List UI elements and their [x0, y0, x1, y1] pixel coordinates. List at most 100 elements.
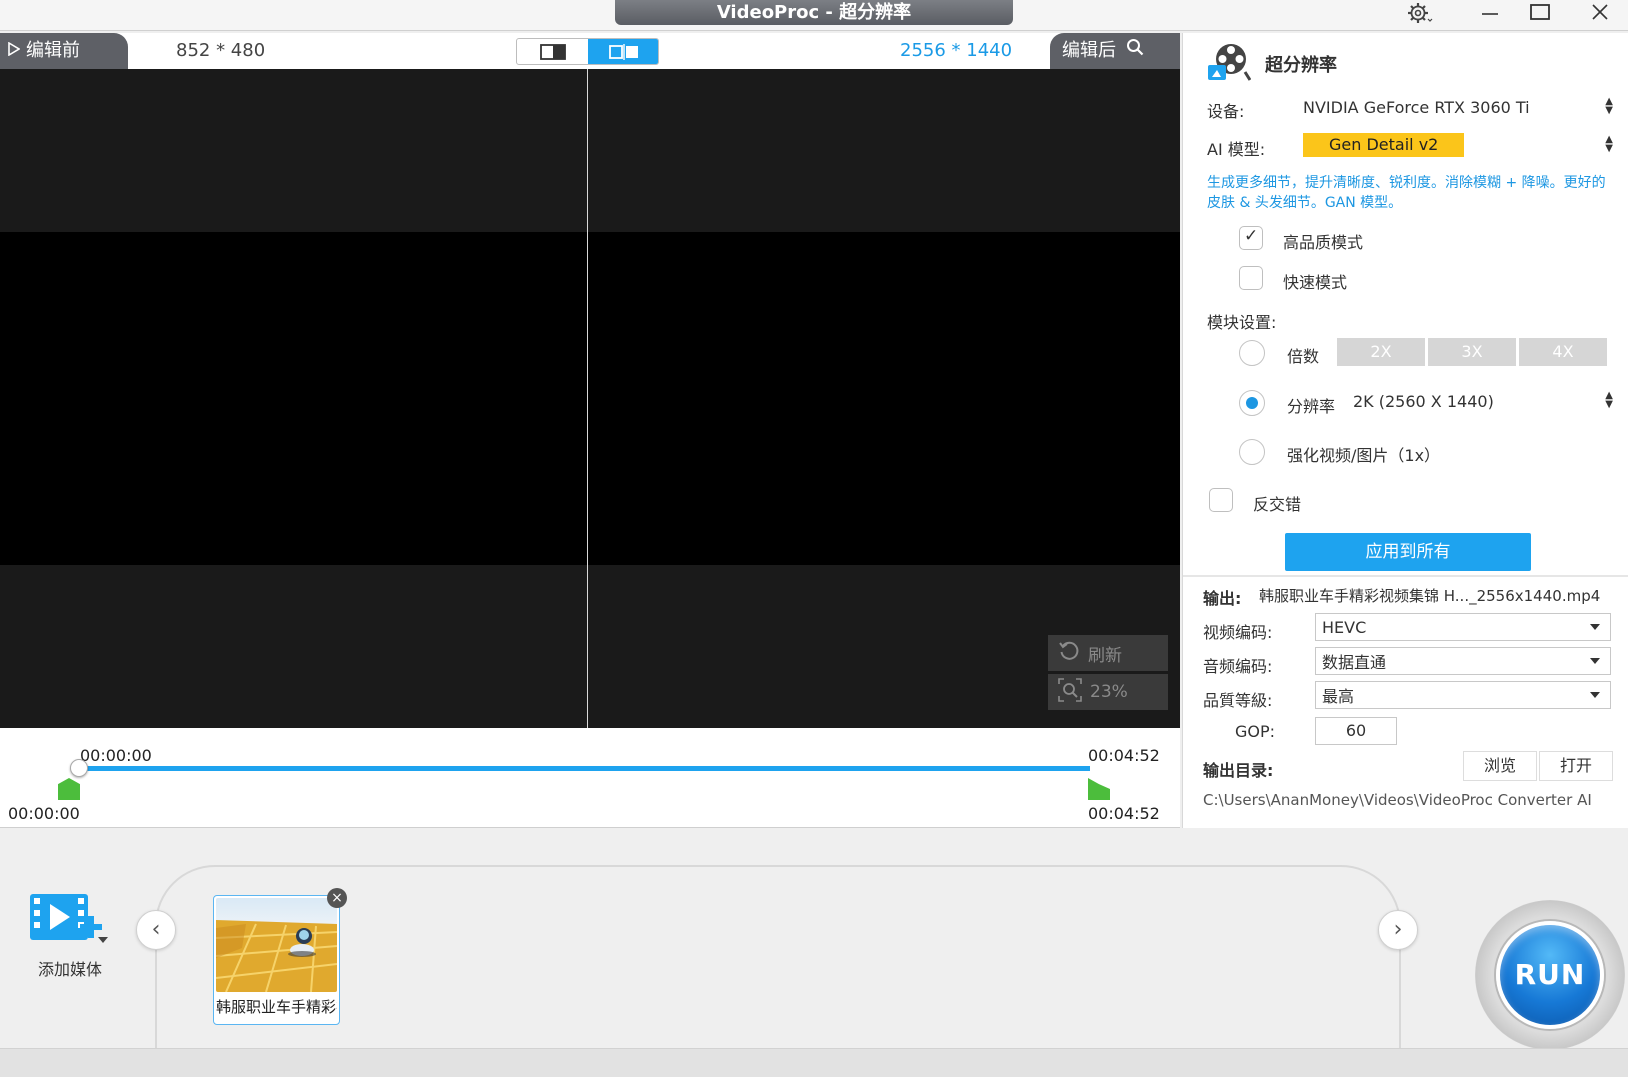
resolution-value: 2K (2560 X 1440): [1353, 391, 1494, 411]
compare-divider[interactable]: [587, 69, 588, 728]
run-button[interactable]: RUN: [1496, 921, 1604, 1029]
model-description: 生成更多细节，提升清晰度、锐利度。消除模糊 + 降噪。更好的皮肤 & 头发细节。…: [1207, 175, 1606, 211]
deinterlace-label: 反交错: [1253, 495, 1302, 514]
browse-button[interactable]: 浏览: [1463, 751, 1537, 781]
scale-2x-button[interactable]: 2X: [1337, 338, 1425, 366]
chevron-left-icon: ‹: [151, 917, 161, 942]
panel-divider: [1183, 575, 1628, 577]
input-resolution: 852 * 480: [176, 40, 266, 61]
updown-icon: ▲ ▼: [1605, 96, 1613, 116]
video-codec-value: HEVC: [1322, 617, 1367, 637]
minimize-icon[interactable]: [1470, 2, 1510, 28]
tab-after-edit[interactable]: 编辑后: [1050, 33, 1180, 69]
add-media-label: 添加媒体: [37, 960, 102, 979]
apply-to-all-button[interactable]: 应用到所有: [1285, 533, 1531, 571]
status-strip: [0, 1048, 1628, 1077]
updown-icon: ▲ ▼: [1605, 134, 1613, 154]
search-icon[interactable]: [1126, 33, 1144, 69]
zoom-indicator[interactable]: 23%: [1048, 674, 1168, 710]
high-quality-checkbox[interactable]: [1239, 226, 1263, 250]
video-frame: [0, 232, 1180, 565]
audio-codec-value: 数据直通: [1322, 653, 1387, 672]
split-view-button[interactable]: [588, 39, 658, 64]
output-path: C:\Users\AnanMoney\Videos\VideoProc Conv…: [1203, 791, 1592, 809]
maximize-icon[interactable]: [1520, 2, 1560, 28]
window-title: VideoProc - 超分辨率: [615, 0, 1013, 25]
tab-before-label: 编辑前: [26, 40, 80, 61]
refresh-icon: [1058, 640, 1080, 667]
preview-header: 编辑前 852 * 480 2556 * 1440 编辑后: [0, 33, 1180, 69]
tab-after-label: 编辑后: [1062, 40, 1116, 61]
current-time-end: 00:04:52: [1088, 746, 1160, 765]
video-codec-label: 视频编码:: [1203, 623, 1273, 642]
trim-end-marker[interactable]: [1088, 778, 1110, 800]
fast-mode-label: 快速模式: [1283, 273, 1348, 292]
current-time-start: 00:00:00: [80, 746, 152, 765]
output-filename: 韩服职业车手精彩视频集锦 H..._2556x1440.mp4: [1259, 587, 1601, 605]
gop-label: GOP:: [1235, 722, 1276, 741]
film-reel-icon: [1207, 42, 1252, 87]
quality-label: 品質等級:: [1203, 691, 1273, 710]
dropdown-arrow-icon: [1590, 624, 1600, 630]
quality-value: 最高: [1322, 687, 1355, 706]
remove-clip-icon[interactable]: ×: [327, 888, 347, 908]
tab-before-edit[interactable]: 编辑前: [0, 33, 128, 69]
trim-start-marker[interactable]: [58, 778, 80, 800]
device-label: 设备:: [1207, 102, 1245, 121]
updown-icon: ▲ ▼: [1605, 390, 1613, 410]
model-value: Gen Detail v2: [1303, 133, 1465, 157]
add-video-icon: [28, 890, 112, 952]
resolution-label: 分辨率: [1287, 397, 1336, 416]
zoom-icon: [1058, 677, 1082, 707]
close-icon[interactable]: [1580, 2, 1620, 28]
fast-mode-checkbox[interactable]: [1239, 266, 1263, 290]
enhance-radio[interactable]: [1239, 439, 1265, 465]
view-mode-toggle: [516, 38, 659, 65]
media-clip-card[interactable]: 韩服职业车手精彩视频集锦 ×: [213, 888, 347, 1025]
playhead-handle[interactable]: [70, 759, 88, 777]
audio-codec-dropdown[interactable]: 数据直通: [1315, 647, 1611, 675]
model-select[interactable]: Gen Detail v2 ▲ ▼: [1295, 131, 1619, 159]
refresh-label: 刷新: [1088, 645, 1122, 666]
device-select[interactable]: NVIDIA GeForce RTX 3060 Ti ▲ ▼: [1295, 93, 1619, 121]
scale-radio[interactable]: [1239, 340, 1265, 366]
device-value: NVIDIA GeForce RTX 3060 Ti: [1303, 97, 1530, 117]
scroll-left-button[interactable]: ‹: [136, 910, 176, 950]
scale-4x-button[interactable]: 4X: [1519, 338, 1607, 366]
scroll-right-button[interactable]: ›: [1378, 910, 1418, 950]
resolution-radio[interactable]: [1239, 390, 1265, 416]
scale-label: 倍数: [1287, 347, 1320, 366]
range-end-time: 00:04:52: [1088, 804, 1160, 823]
deinterlace-checkbox[interactable]: [1209, 488, 1233, 512]
video-codec-dropdown[interactable]: HEVC: [1315, 613, 1611, 641]
title-bar: VideoProc - 超分辨率: [0, 0, 1628, 31]
dropdown-arrow-icon: [1590, 692, 1600, 698]
quality-dropdown[interactable]: 最高: [1315, 681, 1611, 709]
output-resolution: 2556 * 1440: [900, 40, 1013, 61]
output-label: 输出:: [1203, 589, 1242, 608]
video-preview[interactable]: 刷新 23%: [0, 69, 1180, 728]
panel-title: 超分辨率: [1265, 55, 1337, 76]
single-view-button[interactable]: [517, 39, 588, 64]
dropdown-arrow-icon: [1590, 658, 1600, 664]
output-dir-label: 输出目录:: [1203, 761, 1274, 780]
play-icon: [8, 33, 21, 69]
high-quality-label: 高品质模式: [1283, 233, 1364, 252]
resolution-select[interactable]: 2K (2560 X 1440) ▲ ▼: [1345, 387, 1619, 415]
add-media-button[interactable]: 添加媒体: [24, 890, 116, 980]
gear-icon[interactable]: [1400, 2, 1440, 28]
range-start-time: 00:00:00: [8, 804, 80, 823]
scale-3x-button[interactable]: 3X: [1428, 338, 1516, 366]
run-button-housing: RUN: [1475, 900, 1625, 1050]
timeline-progress-bar[interactable]: [80, 766, 1090, 771]
open-button[interactable]: 打开: [1539, 751, 1613, 781]
enhance-label: 强化视频/图片（1x）: [1287, 446, 1441, 465]
panel-header: 超分辨率: [1207, 43, 1337, 85]
gop-input[interactable]: 60: [1315, 717, 1397, 745]
chevron-right-icon: ›: [1393, 917, 1403, 942]
timeline: 00:00:00 00:04:52 00:00:00 00:04:52: [0, 728, 1180, 828]
model-label: AI 模型:: [1207, 140, 1266, 159]
clip-name: 韩服职业车手精彩视频集锦: [216, 998, 337, 1016]
refresh-button[interactable]: 刷新: [1048, 635, 1168, 671]
media-tray-area: 添加媒体 ‹ 韩服职业车手精彩视频集锦 × ›: [0, 830, 1628, 1077]
